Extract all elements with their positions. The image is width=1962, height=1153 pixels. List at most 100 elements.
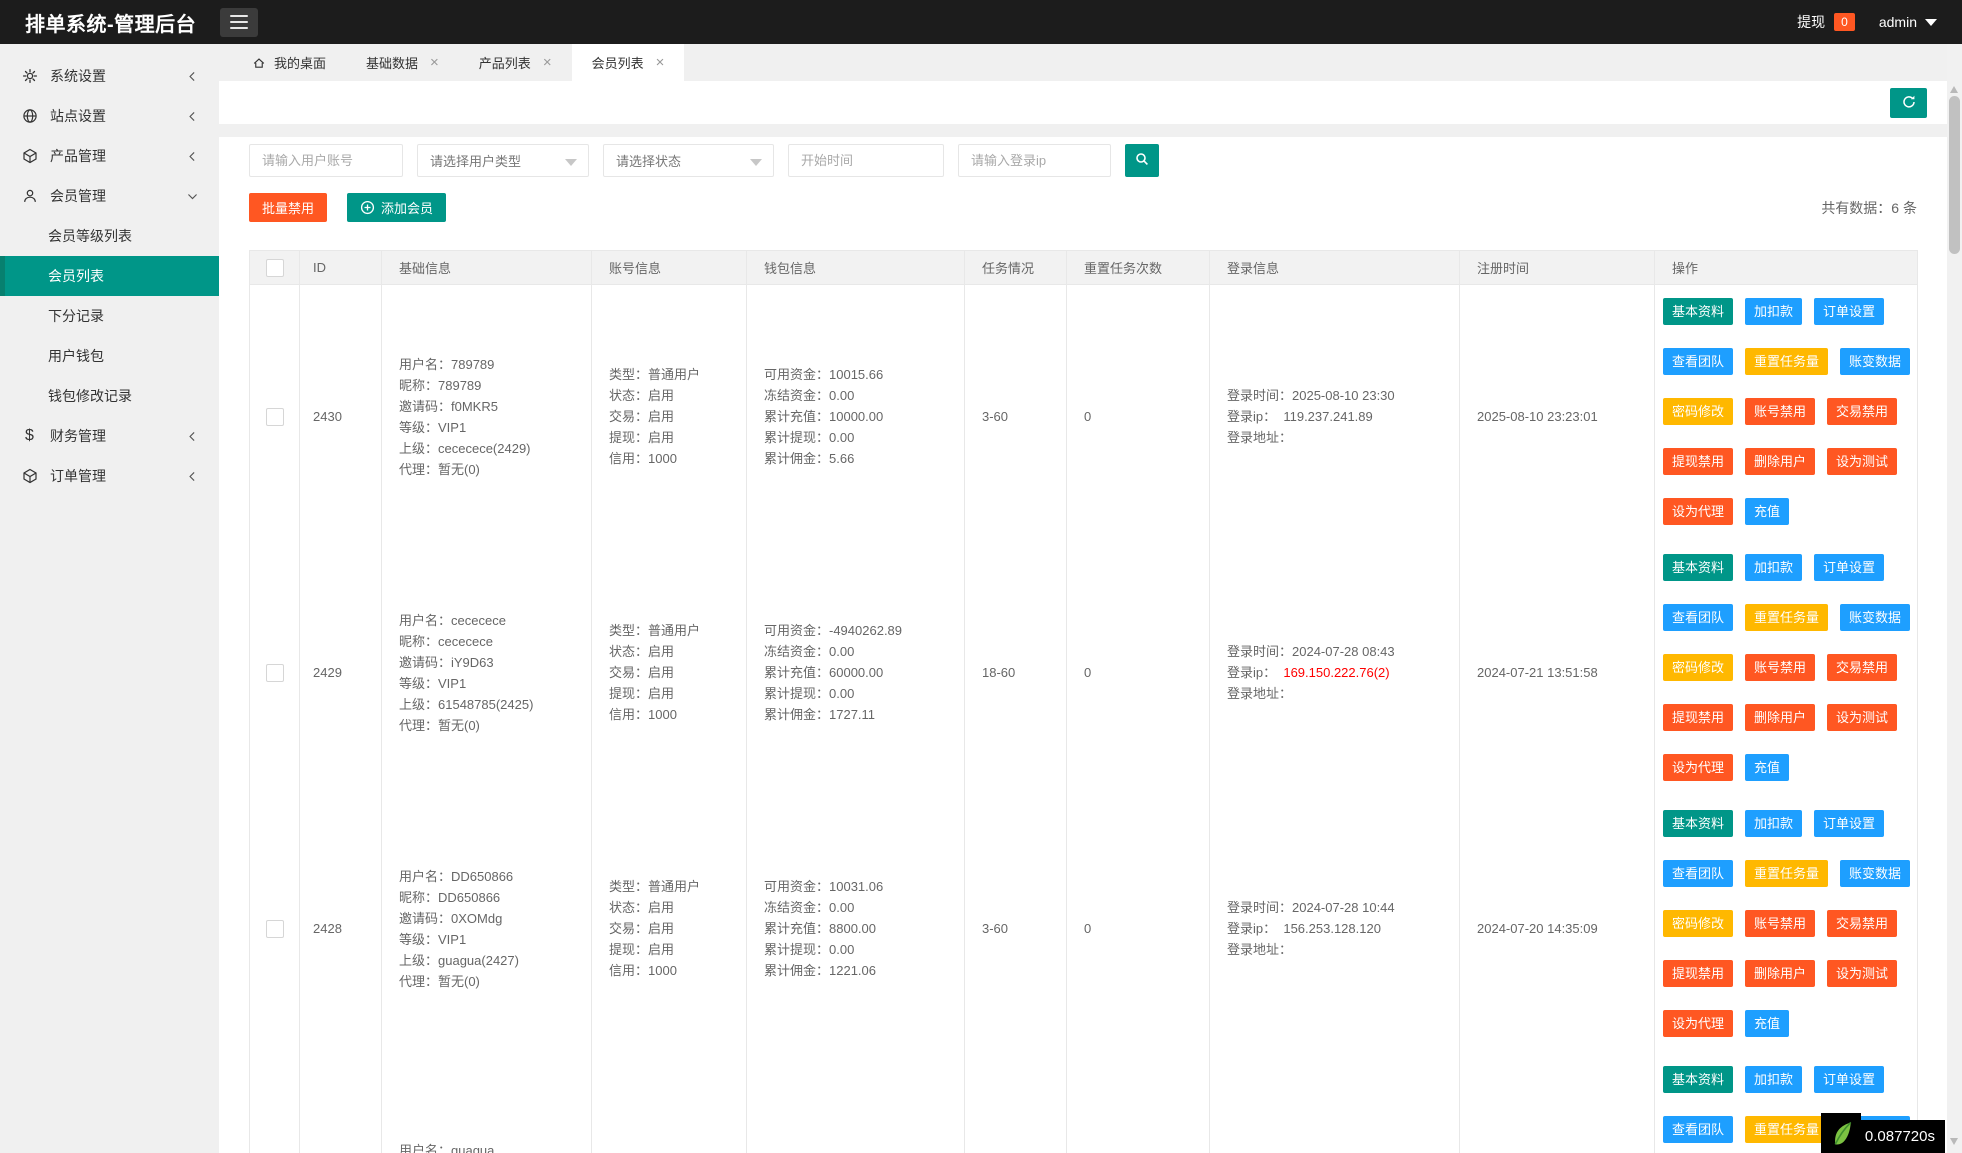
scroll-down-arrow-icon[interactable]: [1950, 1138, 1958, 1145]
scrollbar-thumb[interactable]: [1949, 96, 1960, 254]
tab-member-list[interactable]: 会员列表 ×: [572, 44, 685, 81]
row-action-button[interactable]: 加扣款: [1745, 298, 1802, 325]
sidebar-item-site-settings[interactable]: 站点设置: [0, 96, 219, 136]
row-actions-cell: 基本资料加扣款订单设置查看团队重置任务量账变数据密码修改账号禁用交易禁用提现禁用…: [1655, 541, 1917, 805]
vertical-scrollbar[interactable]: [1947, 44, 1962, 1153]
row-action-button[interactable]: 密码修改: [1663, 910, 1733, 937]
row-action-button[interactable]: 基本资料: [1663, 554, 1733, 581]
login-ip-input[interactable]: [958, 144, 1111, 177]
row-action-button[interactable]: 加扣款: [1745, 1066, 1802, 1093]
info-line: 提现：启用: [609, 939, 700, 960]
row-action-button[interactable]: 删除用户: [1745, 448, 1815, 475]
row-action-button[interactable]: 查看团队: [1663, 348, 1733, 375]
close-icon[interactable]: ×: [430, 55, 439, 70]
main-panel: 请选择用户类型 请选择状态 批量禁用 添加会员 共有数据：6 条 ID 基础信息…: [219, 137, 1947, 1153]
row-action-button[interactable]: 设为代理: [1663, 754, 1733, 781]
row-action-button[interactable]: 密码修改: [1663, 654, 1733, 681]
total-count-label: 共有数据：6 条: [1821, 198, 1917, 218]
user-type-select[interactable]: 请选择用户类型: [417, 144, 589, 177]
tab-product-list[interactable]: 产品列表 ×: [459, 44, 572, 81]
info-line: 类型：普通用户: [609, 620, 700, 641]
sidebar-item-order-management[interactable]: 订单管理: [0, 456, 219, 496]
search-button[interactable]: [1125, 144, 1159, 177]
row-checkbox[interactable]: [266, 664, 284, 682]
row-action-button[interactable]: 重置任务量: [1745, 348, 1828, 375]
toolbar-strip: [219, 81, 1947, 124]
batch-disable-button[interactable]: 批量禁用: [249, 193, 327, 222]
sidebar-item-system-settings[interactable]: 系统设置: [0, 56, 219, 96]
row-action-button[interactable]: 查看团队: [1663, 1116, 1733, 1143]
user-menu[interactable]: admin: [1879, 14, 1937, 30]
row-action-button[interactable]: 交易禁用: [1827, 398, 1897, 425]
sidebar-item-member-level-list[interactable]: 会员等级列表: [0, 216, 219, 256]
row-action-button[interactable]: 订单设置: [1814, 554, 1884, 581]
row-action-button[interactable]: 充值: [1745, 1010, 1789, 1037]
close-icon[interactable]: ×: [656, 55, 665, 70]
row-checkbox[interactable]: [266, 408, 284, 426]
sidebar-item-score-records[interactable]: 下分记录: [0, 296, 219, 336]
row-action-button[interactable]: 设为测试: [1827, 704, 1897, 731]
login-ip-value: 119.237.241.89: [1276, 409, 1373, 424]
row-action-button[interactable]: 账号禁用: [1745, 910, 1815, 937]
start-time-input[interactable]: [788, 144, 944, 177]
row-action-button[interactable]: 基本资料: [1663, 810, 1733, 837]
add-member-button[interactable]: 添加会员: [347, 193, 446, 222]
withdraw-link[interactable]: 提现 0: [1797, 12, 1855, 32]
row-action-button[interactable]: 设为代理: [1663, 1010, 1733, 1037]
row-action-button[interactable]: 设为测试: [1827, 448, 1897, 475]
row-action-button[interactable]: 查看团队: [1663, 604, 1733, 631]
status-select[interactable]: 请选择状态: [603, 144, 774, 177]
row-action-button[interactable]: 密码修改: [1663, 398, 1733, 425]
row-action-button[interactable]: 加扣款: [1745, 810, 1802, 837]
row-action-button[interactable]: 重置任务量: [1745, 604, 1828, 631]
login-info: 登录时间：2025-08-10 23:30登录ip： 119.237.241.8…: [1227, 385, 1395, 448]
row-action-button[interactable]: 提现禁用: [1663, 704, 1733, 731]
row-action-button[interactable]: 交易禁用: [1827, 654, 1897, 681]
tab-desktop[interactable]: 我的桌面: [232, 44, 346, 81]
row-action-button[interactable]: 基本资料: [1663, 298, 1733, 325]
sidebar-item-user-wallet[interactable]: 用户钱包: [0, 336, 219, 376]
row-action-button[interactable]: 加扣款: [1745, 554, 1802, 581]
row-action-button[interactable]: 提现禁用: [1663, 960, 1733, 987]
row-action-button[interactable]: 账号禁用: [1745, 398, 1815, 425]
row-action-button[interactable]: 订单设置: [1814, 298, 1884, 325]
row-action-button[interactable]: 充值: [1745, 754, 1789, 781]
sidebar-item-member-list[interactable]: 会员列表: [0, 256, 219, 296]
row-action-button[interactable]: 账变数据: [1840, 604, 1910, 631]
refresh-button[interactable]: [1890, 88, 1927, 118]
row-action-button[interactable]: 删除用户: [1745, 960, 1815, 987]
login-info-cell: 登录时间：2024-07-28 10:41:4: [1210, 1053, 1460, 1153]
sidebar-item-product-management[interactable]: 产品管理: [0, 136, 219, 176]
row-action-button[interactable]: 账变数据: [1840, 348, 1910, 375]
column-header-reset-count: 重置任务次数: [1067, 251, 1210, 285]
row-action-button[interactable]: 删除用户: [1745, 704, 1815, 731]
row-action-button[interactable]: 设为代理: [1663, 498, 1733, 525]
row-action-button[interactable]: 重置任务量: [1745, 1116, 1828, 1143]
select-all-checkbox[interactable]: [266, 259, 284, 277]
sidebar-item-finance-management[interactable]: $ 财务管理: [0, 416, 219, 456]
row-action-button[interactable]: 账号禁用: [1745, 654, 1815, 681]
row-action-button[interactable]: 账变数据: [1840, 860, 1910, 887]
sidebar-item-member-management[interactable]: 会员管理: [0, 176, 219, 216]
row-action-button[interactable]: 重置任务量: [1745, 860, 1828, 887]
row-action-button[interactable]: 查看团队: [1663, 860, 1733, 887]
row-action-button[interactable]: 订单设置: [1814, 810, 1884, 837]
row-action-button[interactable]: 交易禁用: [1827, 910, 1897, 937]
action-button-row: 设为代理充值: [1663, 498, 1910, 525]
row-action-button[interactable]: 基本资料: [1663, 1066, 1733, 1093]
row-action-button[interactable]: 充值: [1745, 498, 1789, 525]
row-actions: 基本资料加扣款订单设置查看团队重置任务量账变数据密码修改账号禁用交易禁用提现禁用…: [1663, 810, 1910, 1060]
scroll-up-arrow-icon[interactable]: [1950, 86, 1958, 93]
row-checkbox[interactable]: [266, 920, 284, 938]
row-action-button[interactable]: 订单设置: [1814, 1066, 1884, 1093]
info-line: 累计提现：0.00: [764, 939, 883, 960]
row-action-button[interactable]: 提现禁用: [1663, 448, 1733, 475]
sidebar-item-wallet-change-records[interactable]: 钱包修改记录: [0, 376, 219, 416]
account-search-input[interactable]: [249, 144, 403, 177]
tab-basic-data[interactable]: 基础数据 ×: [346, 44, 459, 81]
row-action-button[interactable]: 设为测试: [1827, 960, 1897, 987]
info-line: 信用：1000: [609, 448, 700, 469]
reset-count-cell: 0: [1067, 541, 1210, 805]
menu-toggle-icon[interactable]: [220, 8, 258, 37]
close-icon[interactable]: ×: [543, 55, 552, 70]
